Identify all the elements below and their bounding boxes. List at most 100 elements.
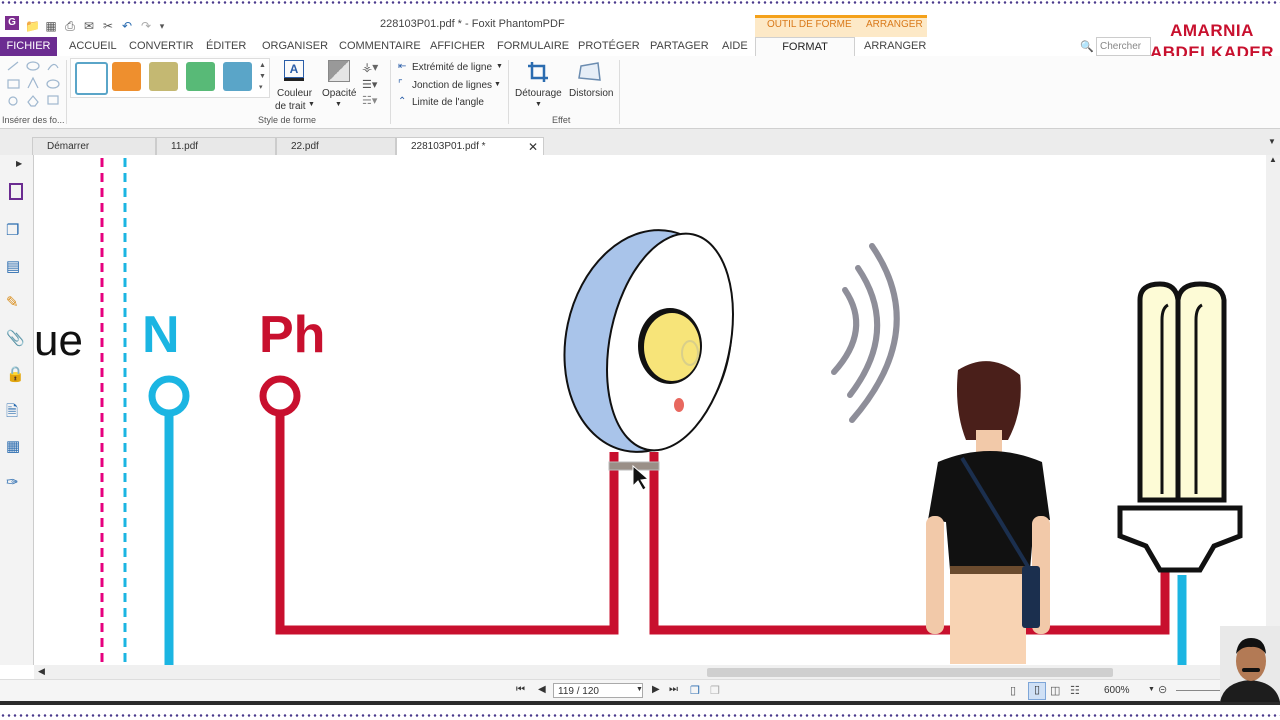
single-page-view-icon[interactable]: ▯ bbox=[1010, 684, 1016, 697]
opacity-icon[interactable] bbox=[328, 60, 350, 82]
comments-icon[interactable]: ✎ bbox=[6, 293, 24, 311]
style-swatch-white[interactable] bbox=[75, 62, 108, 95]
tab-comment[interactable]: COMMENTAIRE bbox=[339, 37, 421, 56]
scroll-up-icon[interactable]: ▲ bbox=[1269, 155, 1277, 164]
diagram-drawing: ue N Ph bbox=[34, 158, 1243, 665]
last-page-icon[interactable]: ⏭ bbox=[669, 684, 678, 695]
dash-style-icon[interactable]: ☵▾ bbox=[362, 94, 377, 107]
document-canvas[interactable]: ue N Ph bbox=[34, 155, 1266, 665]
doc-tab-11[interactable]: 11.pdf bbox=[156, 137, 276, 155]
angle-limit-button[interactable]: Limite de l'angle bbox=[412, 97, 484, 108]
doc-tab-start[interactable]: Démarrer bbox=[32, 137, 156, 155]
security-lock-icon[interactable]: 🔒 bbox=[6, 365, 25, 383]
open-folder-icon[interactable]: 📁 bbox=[25, 19, 40, 33]
fit-page-icon[interactable]: ❐ bbox=[690, 684, 700, 697]
style-swatch-orange[interactable] bbox=[112, 62, 141, 91]
attachments-icon[interactable]: 📎 bbox=[6, 329, 25, 347]
tab-format[interactable]: FORMAT bbox=[755, 37, 855, 56]
tab-arrange[interactable]: ARRANGER bbox=[864, 37, 926, 56]
line-join-icon: ⌜ bbox=[398, 79, 403, 90]
next-page-icon[interactable]: ▶ bbox=[652, 684, 660, 695]
first-page-icon[interactable]: ⏮ bbox=[516, 684, 525, 695]
line-end-dropdown-icon[interactable]: ▼ bbox=[496, 63, 503, 70]
tab-help[interactable]: AIDE bbox=[722, 37, 748, 56]
ribbon-separator bbox=[66, 60, 67, 124]
redo-icon[interactable]: ↷ bbox=[139, 19, 153, 33]
cfl-lamp-illustration bbox=[1117, 281, 1243, 573]
phase-label: Ph bbox=[259, 306, 325, 364]
tab-protect[interactable]: PROTÉGER bbox=[578, 37, 640, 56]
page-number-input[interactable]: 119 / 120 bbox=[553, 683, 643, 698]
horizontal-scrollbar[interactable]: ◀ bbox=[34, 665, 1266, 679]
continuous-view-icon[interactable]: ▯ bbox=[1028, 682, 1046, 700]
person-illustration bbox=[926, 361, 1050, 664]
stroke-dropdown-icon[interactable]: ▼ bbox=[308, 101, 315, 108]
context-label-arrange: ARRANGER bbox=[866, 19, 923, 30]
motion-detector bbox=[563, 229, 734, 471]
line-join-button[interactable]: Jonction de lignes bbox=[412, 80, 492, 91]
doc-tab-22[interactable]: 22.pdf bbox=[276, 137, 396, 155]
line-end-button[interactable]: Extrémité de ligne bbox=[412, 62, 492, 73]
tab-file[interactable]: FICHIER bbox=[0, 37, 57, 56]
fill-bucket-icon[interactable]: ⚶▾ bbox=[362, 60, 378, 74]
customize-dropdown-icon[interactable]: ▾ bbox=[155, 19, 169, 33]
style-swatch-blue[interactable] bbox=[223, 62, 252, 91]
scroll-left-icon[interactable]: ◀ bbox=[38, 666, 45, 677]
facing-view-icon[interactable]: ◫ bbox=[1050, 684, 1060, 697]
ribbon-separator bbox=[390, 60, 391, 124]
document-search-icon[interactable]: 🗎 bbox=[6, 401, 24, 420]
layers-icon[interactable]: ▤ bbox=[6, 257, 24, 275]
email-icon[interactable]: ✉ bbox=[82, 19, 96, 33]
expand-panel-icon[interactable]: ▶ bbox=[16, 159, 22, 168]
stroke-color-icon[interactable]: A bbox=[284, 60, 304, 78]
zoom-level[interactable]: 600% bbox=[1104, 685, 1130, 696]
layers-copy-icon[interactable]: ❐ bbox=[6, 221, 24, 239]
tab-list-dropdown-icon[interactable]: ▼ bbox=[1268, 137, 1276, 146]
status-bar: ⏮ ◀ 119 / 120 ▼ ▶ ⏭ ❐ ❐ ▯ ▯ ◫ ☷ 600% ▼ ⊝ bbox=[0, 679, 1280, 702]
crop-icon[interactable] bbox=[527, 61, 549, 83]
doc-tab-active[interactable]: 228103P01.pdf * bbox=[396, 137, 544, 155]
search-input[interactable]: Chercher bbox=[1096, 37, 1151, 56]
gallery-scroll-icon[interactable]: ▲ ▼ ▾ bbox=[259, 60, 266, 93]
undo-icon[interactable]: ↶ bbox=[120, 19, 134, 33]
distortion-icon[interactable] bbox=[578, 61, 602, 83]
context-label-shape-tool: OUTIL DE FORME bbox=[767, 19, 852, 30]
shape-insert-gallery[interactable] bbox=[4, 58, 62, 108]
tab-convert[interactable]: CONVERTIR bbox=[129, 37, 194, 56]
previous-page-icon[interactable]: ◀ bbox=[538, 684, 546, 695]
line-end-icon: ⇤ bbox=[398, 61, 407, 72]
opacity-dropdown-icon[interactable]: ▼ bbox=[335, 101, 342, 108]
stroke-color-bar bbox=[284, 78, 304, 81]
style-swatch-green[interactable] bbox=[186, 62, 215, 91]
line-width-icon[interactable]: ☰▾ bbox=[362, 78, 377, 91]
form-fields-icon[interactable]: ▦ bbox=[6, 437, 24, 455]
zoom-dropdown-icon[interactable]: ▼ bbox=[1148, 686, 1155, 693]
tab-home[interactable]: ACCUEIL bbox=[69, 37, 117, 56]
zoom-slider[interactable] bbox=[1176, 690, 1220, 691]
distortion-button[interactable]: Distorsion bbox=[569, 88, 613, 99]
tab-edit[interactable]: ÉDITER bbox=[206, 37, 246, 56]
neutral-terminal bbox=[148, 375, 190, 417]
effect-group-label: Effet bbox=[552, 115, 571, 125]
zoom-out-icon[interactable]: ⊝ bbox=[1158, 683, 1167, 696]
horizontal-scroll-thumb[interactable] bbox=[707, 668, 1113, 677]
title-bar: G 📁 ▦ ⎙ ✉ ✂ ↶ ↷ ▾ 228103P01.pdf * - Foxi… bbox=[0, 5, 1280, 37]
tab-form[interactable]: FORMULAIRE bbox=[497, 37, 569, 56]
tab-view[interactable]: AFFICHER bbox=[430, 37, 485, 56]
fit-width-icon[interactable]: ❐ bbox=[710, 684, 720, 697]
continuous-facing-view-icon[interactable]: ☷ bbox=[1070, 684, 1080, 697]
crop-dropdown-icon[interactable]: ▼ bbox=[535, 101, 542, 108]
crop-button[interactable]: Détourage bbox=[515, 88, 562, 99]
page-dropdown-icon[interactable]: ▼ bbox=[636, 686, 643, 693]
tab-share[interactable]: PARTAGER bbox=[650, 37, 709, 56]
line-join-dropdown-icon[interactable]: ▼ bbox=[494, 81, 501, 88]
close-tab-icon[interactable]: ✕ bbox=[528, 140, 538, 154]
save-icon[interactable]: ▦ bbox=[44, 19, 58, 33]
page-thumbnails-icon[interactable] bbox=[9, 183, 23, 200]
vertical-scrollbar[interactable]: ▲ bbox=[1266, 155, 1280, 665]
edit-tools-icon[interactable]: ✑ bbox=[6, 473, 24, 491]
style-swatch-olive[interactable] bbox=[149, 62, 178, 91]
print-icon[interactable]: ⎙ bbox=[63, 19, 77, 33]
tab-organize[interactable]: ORGANISER bbox=[262, 37, 328, 56]
snapshot-icon[interactable]: ✂ bbox=[101, 19, 115, 33]
